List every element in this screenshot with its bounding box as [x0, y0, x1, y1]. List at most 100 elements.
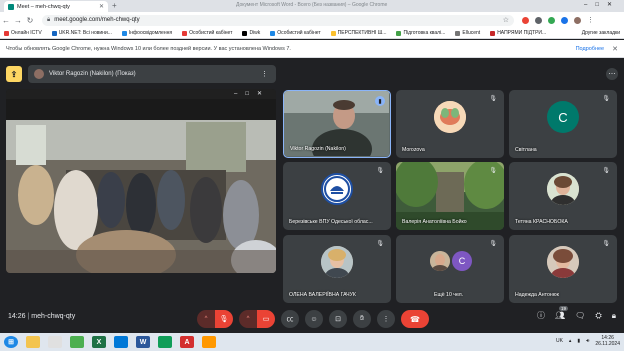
bookmarks-bar: Онлайн ICTV UKR.NET: Всі новини... Інфоо… — [0, 28, 624, 39]
mic-options-chevron-icon[interactable]: ^ — [197, 310, 215, 328]
tab-title: Meet – meh-chwq-qty — [17, 3, 70, 10]
extension-icon[interactable] — [535, 16, 542, 24]
bookmark-label: Diwk — [249, 30, 261, 36]
pin-icon[interactable]: ⋮ — [261, 70, 268, 78]
menu-icon[interactable]: ⋮ — [587, 16, 594, 24]
clock[interactable]: 14:26 26.11.2024 — [595, 335, 620, 347]
camera-off-icon[interactable]: ▭ — [257, 310, 275, 328]
chrome-icon[interactable] — [70, 336, 84, 348]
bookmark-item[interactable]: НАПРЯМИ ПІДТРИ... — [490, 30, 546, 36]
meeting-time: 14:26 — [8, 313, 26, 320]
other-bookmarks[interactable]: Другие закладки — [582, 30, 620, 36]
bookmark-item[interactable]: ПЕРСПЕКТИВНІ Ш... — [330, 30, 387, 36]
bookmark-item[interactable]: Інфоосвідомлення — [121, 30, 172, 36]
language-indicator[interactable]: UK — [556, 338, 563, 344]
excel-icon[interactable]: X — [92, 336, 106, 348]
acrobat-icon[interactable]: A — [180, 336, 194, 348]
speaking-indicator-icon: ▮ — [375, 96, 385, 106]
bookmark-item[interactable]: Онлайн ICTV — [4, 30, 42, 36]
browser-tab[interactable]: Meet – meh-chwq-qty ✕ — [4, 1, 108, 12]
app-icon[interactable] — [202, 336, 216, 348]
end-call-button[interactable]: ☎︎ — [401, 310, 429, 328]
start-icon[interactable]: ⊞ — [4, 336, 18, 348]
explorer-icon[interactable] — [26, 336, 40, 348]
network-icon[interactable]: ▮ — [577, 338, 580, 344]
window-controls[interactable]: –□✕ — [584, 1, 620, 8]
participant-tile[interactable]: 🎙︎ Morozova — [396, 90, 504, 158]
tray-arrow-icon[interactable]: ▴ — [569, 338, 572, 344]
mic-off-icon[interactable]: 🎙︎ — [215, 310, 233, 328]
emoji-icon[interactable]: ☺ — [305, 310, 323, 328]
participant-tile[interactable]: 🎙︎ C Ещё 10 чел. — [396, 235, 504, 303]
new-tab-icon[interactable]: + — [112, 1, 117, 10]
host-controls-icon[interactable]: 🔒︎ — [612, 311, 616, 321]
camera-options-chevron-icon[interactable]: ^ — [239, 310, 257, 328]
infobar-more-button[interactable]: Подробнее — [576, 46, 605, 52]
extension-icon[interactable] — [561, 16, 568, 24]
participant-name: Надежда Антонюк — [515, 292, 559, 298]
participant-avatar: C — [547, 101, 579, 134]
people-icon[interactable]: 👥︎ 19 — [555, 306, 569, 320]
captions-icon[interactable]: ㏄ — [281, 310, 299, 328]
participant-tile[interactable]: 🎙︎ Валерія Анатоліївна Бойко — [396, 162, 504, 230]
bookmark-icon — [396, 30, 402, 36]
bookmark-item[interactable]: Особистий кабінет — [182, 30, 232, 36]
extension-icon[interactable] — [548, 16, 555, 24]
app-icon[interactable] — [158, 336, 172, 348]
participant-avatar — [321, 173, 353, 206]
edge-icon[interactable] — [114, 336, 128, 348]
participant-avatar — [547, 246, 579, 279]
meet-controls-bar: 14:26 | meh-chwq-qty ^ 🎙︎ ^ ▭ ㏄ ☺ ⊡ ✋︎ ⋮… — [0, 304, 624, 333]
screen-share: –□✕ — [6, 89, 276, 273]
extension-icon[interactable] — [522, 16, 529, 24]
bookmark-item[interactable]: Diwk — [242, 30, 260, 36]
participant-tile[interactable]: 🎙︎ ОЛЕНА ВАЛЕРІЇВНА ГАЧУК — [283, 235, 391, 303]
participant-tile[interactable]: 🎙︎ C Світлана — [509, 90, 617, 158]
layout-icon[interactable]: ⋯ — [606, 68, 618, 80]
forward-icon[interactable]: → — [12, 16, 24, 25]
bookmark-icon — [4, 30, 9, 36]
bookmark-icon — [455, 30, 461, 36]
infobar-close-icon[interactable]: ✕ — [612, 45, 618, 53]
bookmark-icon — [51, 30, 57, 36]
bookmark-item[interactable]: Ellucent — [455, 30, 480, 36]
bookmark-icon — [121, 30, 127, 36]
meeting-details-icon[interactable]: ⓘ — [537, 310, 545, 321]
word-icon[interactable]: W — [136, 336, 150, 348]
participant-avatar-small: C — [452, 251, 472, 271]
bookmark-label: Онлайн ICTV — [11, 30, 42, 36]
shared-window-titlebar: –□✕ — [6, 89, 276, 99]
presentation-icon[interactable]: ⇪ — [6, 66, 22, 82]
volume-icon[interactable]: 🔊︎ — [586, 338, 589, 344]
presenter-avatar — [34, 69, 44, 79]
bookmark-item[interactable]: Підготовка квалі... — [396, 30, 445, 36]
participant-tile[interactable]: ▮ Viktor Ragozin (Nakilon) — [283, 90, 391, 158]
profile-avatar[interactable] — [574, 16, 581, 24]
participant-tile[interactable]: 🎙︎ Надежда Антонюк — [509, 235, 617, 303]
participant-name: Morozova — [402, 147, 425, 153]
media-icon[interactable] — [48, 336, 62, 348]
activities-icon[interactable]: ⛭ — [595, 311, 601, 321]
bookmark-item[interactable]: UKR.NET: Всі новини... — [51, 30, 112, 36]
side-panel-controls: ⓘ 👥︎ 19 🗨︎ ⛭ 🔒︎ — [537, 306, 616, 321]
mic-muted-icon: 🎙︎ — [602, 168, 610, 174]
reload-icon[interactable]: ↻ — [24, 16, 36, 25]
chat-icon[interactable]: 🗨︎ — [575, 311, 585, 320]
participant-tile[interactable]: 🎙︎ Тетяна КРАСНОБОКА — [509, 162, 617, 230]
participant-name: ОЛЕНА ВАЛЕРІЇВНА ГАЧУК — [289, 292, 356, 298]
bookmark-item[interactable]: Особистий кабінет — [270, 30, 321, 36]
meeting-info: 14:26 | meh-chwq-qty — [8, 313, 76, 320]
tab-close-icon[interactable]: ✕ — [99, 3, 104, 10]
raise-hand-icon[interactable]: ✋︎ — [353, 310, 371, 328]
bookmark-star-icon[interactable]: ☆ — [503, 16, 509, 24]
present-screen-icon[interactable]: ⊡ — [329, 310, 347, 328]
participant-tile[interactable]: 🎙︎ Березівське ВПУ Одеської облас... — [283, 162, 391, 230]
mic-muted-icon: 🎙︎ — [376, 241, 384, 247]
more-options-icon[interactable]: ⋮ — [377, 310, 395, 328]
school-logo-icon — [324, 176, 350, 203]
url-field[interactable]: 🔒︎ meet.google.com/meh-chwq-qty ☆ — [42, 14, 514, 26]
bookmark-label: ПЕРСПЕКТИВНІ Ш... — [337, 30, 387, 36]
participant-avatar — [434, 101, 466, 134]
bookmark-label: НАПРЯМИ ПІДТРИ... — [497, 30, 547, 36]
back-icon[interactable]: ← — [0, 16, 12, 25]
